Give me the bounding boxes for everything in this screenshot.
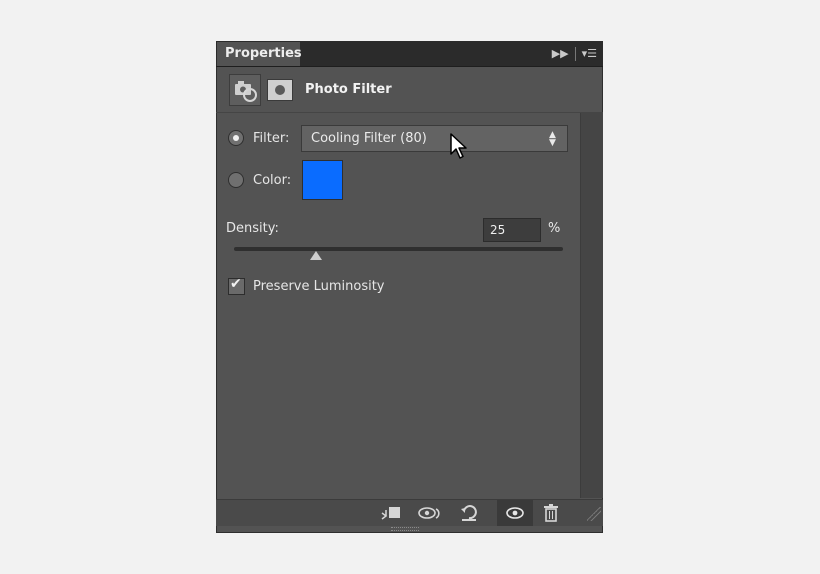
- trash-icon[interactable]: [536, 500, 566, 526]
- preserve-luminosity-label: Preserve Luminosity: [253, 279, 385, 294]
- color-radio[interactable]: [228, 172, 244, 188]
- preserve-luminosity-checkbox[interactable]: [228, 276, 245, 295]
- preserve-luminosity-option[interactable]: Preserve Luminosity: [228, 276, 385, 295]
- eye-icon[interactable]: [497, 500, 533, 526]
- density-slider-track[interactable]: [234, 247, 563, 251]
- filter-radio[interactable]: [228, 130, 244, 146]
- adjustment-camera-icon[interactable]: [229, 73, 261, 106]
- scrollbar[interactable]: [580, 113, 603, 498]
- adjustment-title: Photo Filter: [305, 82, 392, 97]
- updown-arrows-icon: ▲ ▼: [549, 129, 556, 148]
- density-label: Density:: [226, 221, 279, 236]
- panel-tabbar: Properties ▶▶ ▾☰: [216, 41, 603, 67]
- color-swatch[interactable]: [302, 160, 343, 200]
- resize-grip-icon[interactable]: [587, 507, 601, 521]
- density-input[interactable]: 25: [483, 218, 541, 242]
- filter-select[interactable]: Cooling Filter (80) ▲ ▼: [301, 125, 568, 152]
- filter-select-value: Cooling Filter (80): [311, 131, 427, 146]
- tab-properties[interactable]: Properties: [217, 42, 302, 66]
- panel-drag-handle[interactable]: [391, 527, 419, 531]
- properties-panel: Properties ▶▶ ▾☰ Photo Filter Filter: Co…: [216, 41, 603, 533]
- density-slider-thumb[interactable]: [310, 251, 323, 260]
- filter-option[interactable]: Filter:: [228, 130, 289, 146]
- double-chevron-right-icon[interactable]: ▶▶: [552, 47, 569, 60]
- density-label-row: Density:: [226, 221, 279, 236]
- color-option[interactable]: Color:: [228, 172, 291, 188]
- density-unit: %: [548, 221, 561, 236]
- tabbar-controls: ▶▶ ▾☰: [552, 41, 597, 66]
- properties-header: Photo Filter: [216, 67, 603, 113]
- clip-to-layer-icon[interactable]: [376, 500, 406, 526]
- view-previous-state-icon[interactable]: [415, 500, 445, 526]
- panel-menu-icon[interactable]: ▾☰: [582, 47, 597, 60]
- reset-icon[interactable]: [454, 500, 484, 526]
- divider: [574, 46, 576, 61]
- filter-label: Filter:: [253, 130, 290, 146]
- panel-bottom-toolbar: [216, 499, 603, 526]
- mask-icon[interactable]: [267, 78, 293, 101]
- color-label: Color:: [253, 172, 292, 188]
- mouse-cursor-icon: [450, 133, 467, 159]
